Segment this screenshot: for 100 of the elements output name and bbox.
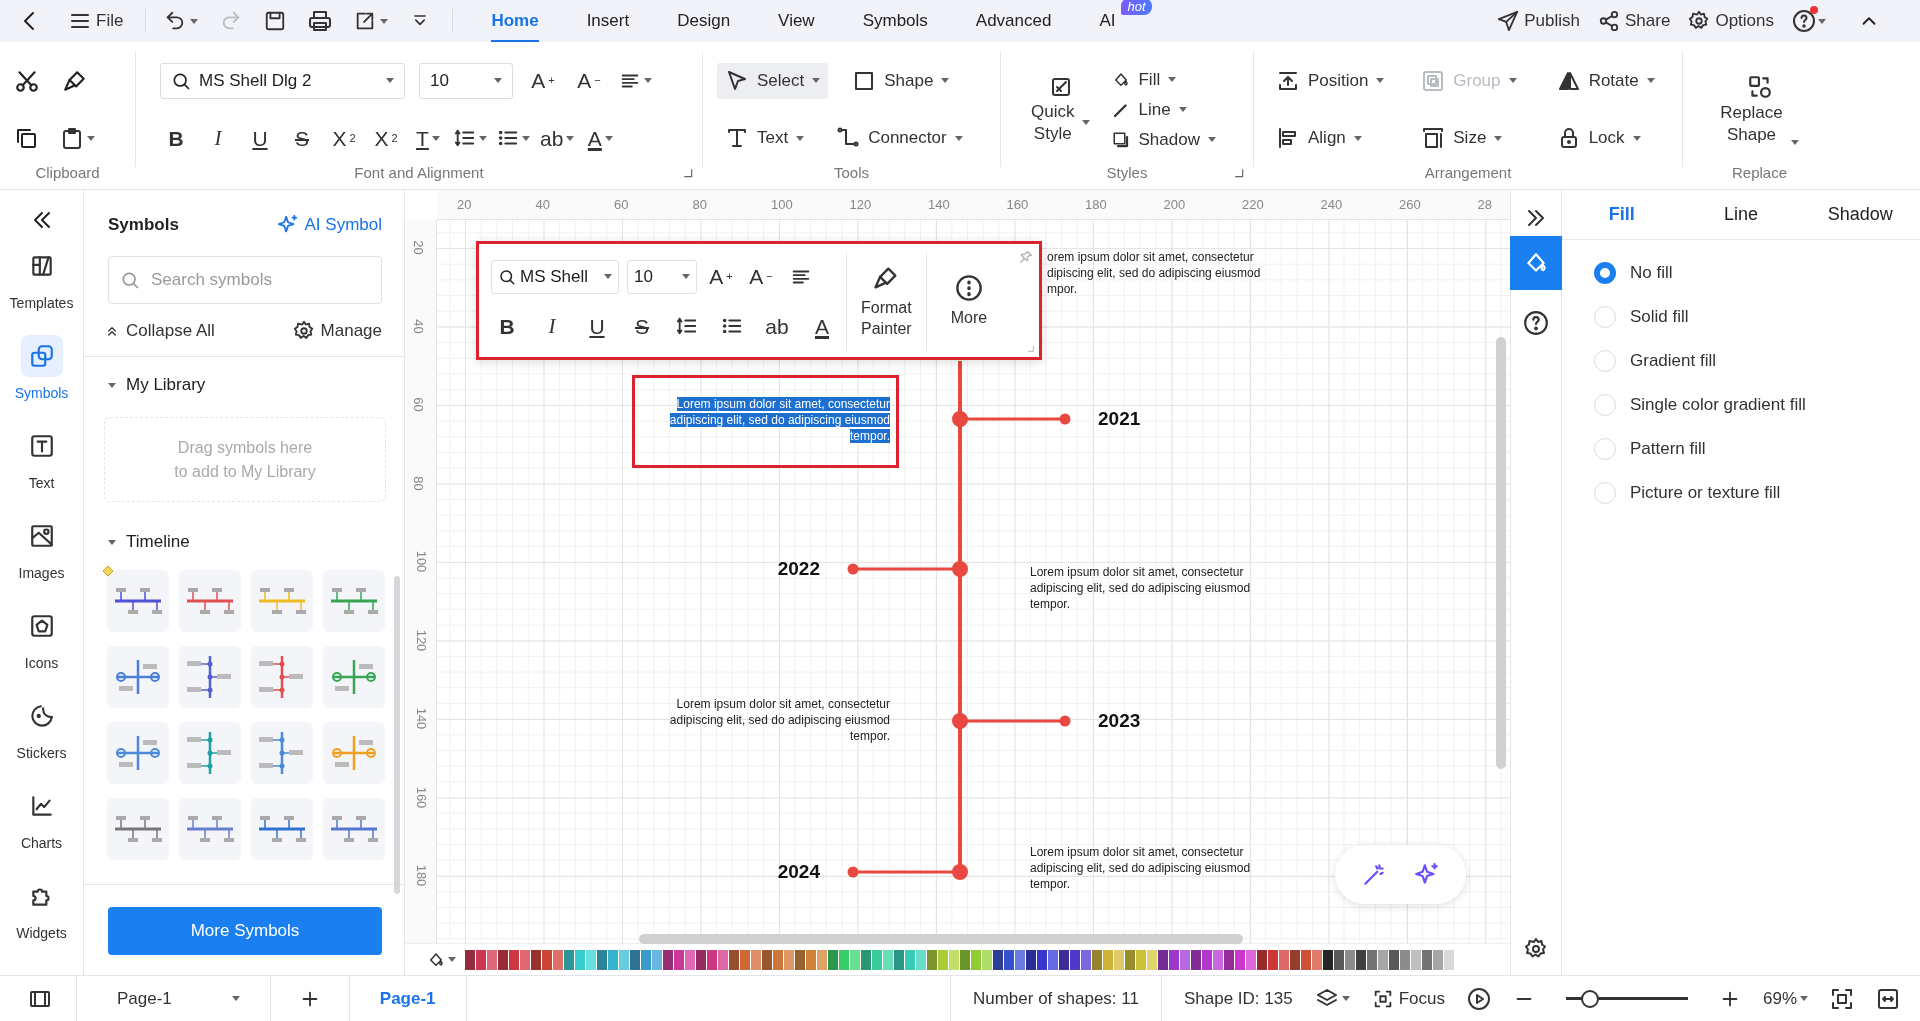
ruler-label: 180	[1085, 197, 1107, 212]
replace-shape-button[interactable]: Replace Shape	[1697, 74, 1822, 145]
arrange-button[interactable]: Align	[1268, 120, 1404, 157]
panel-tab[interactable]: Shadow	[1800, 190, 1920, 239]
ruler-label: 180	[414, 864, 430, 887]
ruler-label: 40	[535, 197, 550, 212]
ruler-label: 120	[849, 197, 872, 212]
search-field[interactable]: Search symbols	[108, 256, 382, 304]
options-button[interactable]: Options	[1688, 10, 1774, 32]
menu-tab[interactable]: Advanced	[955, 0, 1072, 42]
ruler-label: 260	[1399, 197, 1421, 212]
text-case-button[interactable]: ab	[761, 309, 793, 344]
group-label: Styles	[1105, 164, 1149, 181]
menu-tab[interactable]: Home	[471, 0, 559, 42]
tool-button[interactable]: Select	[717, 62, 829, 99]
sidebar-item[interactable]: Widgets	[1, 864, 82, 952]
arrange-button[interactable]: Position	[1268, 62, 1404, 99]
panel-tab[interactable]: Fill	[1562, 190, 1682, 239]
event-description: Lorem ipsum dolor sit amet, consectetur adipiscing elit, sed do adipiscing eiusmod tempor.	[1030, 844, 1252, 892]
ruler-label: 80	[410, 475, 426, 491]
strikethrough-button[interactable]: S	[626, 309, 658, 344]
font-color-button[interactable]: A	[806, 309, 838, 344]
underline-button[interactable]: U	[581, 309, 613, 344]
ruler-label: 100	[414, 550, 430, 573]
font-size-dropdown[interactable]: 10	[627, 259, 697, 294]
ai-symbol-button[interactable]: AI Symbol	[276, 214, 382, 236]
style-button[interactable]: Line	[1104, 96, 1224, 123]
arrange-button[interactable]: Lock	[1548, 120, 1668, 157]
tool-button[interactable]: Text	[717, 120, 813, 157]
page-tab[interactable]: Page-1	[379, 988, 436, 1009]
radio-label: Single color gradient fill	[1630, 395, 1806, 415]
format-painter-button[interactable]: Format Painter	[855, 252, 918, 351]
italic-button[interactable]: I	[536, 309, 568, 344]
panel-tab[interactable]: Line	[1681, 190, 1801, 239]
sidebar-item[interactable]: Symbols	[1, 324, 82, 412]
font-family-dropdown[interactable]: MS Shell	[491, 259, 619, 294]
increase-font-button[interactable]: A$^{+}$	[705, 259, 737, 294]
page-dropdown[interactable]: Page-1	[117, 988, 240, 1009]
superscript-button[interactable]: X$^{2}$	[328, 121, 360, 156]
more-symbols-button[interactable]: More Symbols	[108, 907, 382, 955]
section-header[interactable]: My Library	[84, 357, 404, 395]
group-label: Font and Alignment	[353, 164, 485, 181]
style-button[interactable]: Shadow	[1104, 126, 1224, 153]
font-color-button[interactable]: A	[584, 121, 617, 156]
ruler-label: 160	[414, 786, 430, 808]
text-case-button[interactable]: ab	[540, 121, 575, 156]
share-button[interactable]: Share	[1598, 10, 1671, 32]
menu-tab[interactable]: Insert	[566, 0, 650, 42]
sidebar-item[interactable]: Charts	[1, 774, 82, 862]
underline-button[interactable]: U	[244, 121, 276, 156]
ruler-label: 40	[410, 318, 426, 334]
tool-button[interactable]: Connector	[828, 120, 971, 157]
decrease-font-button[interactable]: A$^{−}$	[745, 259, 777, 294]
menu-tab[interactable]: View	[758, 0, 835, 42]
sidebar-item[interactable]: Text	[1, 414, 82, 502]
radio-label: Picture or texture fill	[1630, 483, 1781, 503]
year-label: 2021	[1098, 407, 1141, 431]
font-size-dropdown[interactable]: 10	[419, 62, 513, 99]
tool-button[interactable]: Shape	[844, 62, 958, 99]
ruler-label: 160	[1006, 197, 1029, 212]
ruler-label: 100	[771, 197, 793, 212]
ruler-label: 20	[457, 197, 472, 212]
increase-font-button[interactable]: A$^{+}$	[527, 63, 559, 98]
ruler-label: 60	[410, 397, 426, 412]
text-style-button[interactable]: T	[412, 121, 444, 156]
library-drop-hint: Drag symbols here to add to My Library	[104, 417, 386, 502]
ruler-label: 220	[1242, 197, 1264, 212]
manage-button[interactable]: Manage	[292, 320, 382, 342]
year-label: 2022	[777, 557, 820, 581]
collapse-all-button[interactable]: Collapse All	[104, 321, 215, 341]
font-family-dropdown[interactable]: MS Shell Dlg 2	[160, 62, 405, 99]
menu-tab[interactable]: Design	[657, 0, 751, 42]
sidebar-item[interactable]: Templates	[1, 234, 82, 322]
group-label: Tools	[833, 164, 870, 181]
sidebar-item[interactable]: Stickers	[1, 684, 82, 772]
bold-button[interactable]: B	[160, 121, 192, 156]
panel-title: Symbols	[108, 215, 179, 235]
ruler-label: 240	[1320, 197, 1343, 212]
arrange-button[interactable]: Rotate	[1548, 62, 1668, 99]
ruler-label: 120	[414, 629, 430, 651]
sidebar-item[interactable]: Images	[1, 504, 82, 592]
radio-label: No fill	[1630, 263, 1673, 283]
quick-style-button[interactable]: Quick Style	[1031, 75, 1091, 144]
style-button[interactable]: Fill	[1104, 66, 1224, 93]
sidebar-item[interactable]: Icons	[1, 594, 82, 682]
bold-button[interactable]: B	[491, 309, 523, 344]
section-header[interactable]: Timeline	[84, 502, 404, 552]
menu-tab[interactable]: Symbols	[842, 0, 948, 42]
italic-button[interactable]: I	[202, 121, 234, 156]
ruler-label: 60	[614, 197, 629, 212]
focus-button[interactable]: Focus	[1371, 987, 1445, 1010]
decrease-font-button[interactable]: A$^{−}$	[573, 63, 605, 98]
zoom-level[interactable]: 69%	[1762, 981, 1808, 1016]
strikethrough-button[interactable]: S	[286, 121, 318, 156]
year-label: 2024	[777, 860, 820, 884]
file-menu[interactable]: File	[68, 9, 124, 33]
arrange-button[interactable]: Size	[1413, 120, 1539, 157]
publish-button[interactable]: Publish	[1497, 10, 1581, 32]
ruler-label: 20	[410, 240, 426, 255]
more-button[interactable]: More	[934, 252, 1004, 351]
